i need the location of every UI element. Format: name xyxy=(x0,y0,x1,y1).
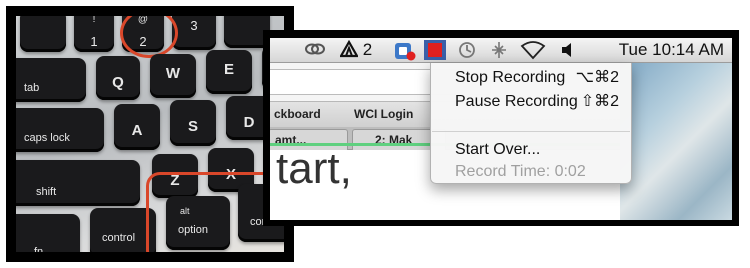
keyboard-photo: ! 1 @ 2 3 tab Q W E caps lock A S D shif… xyxy=(16,16,284,252)
menu-item-start-over-label: Start Over... xyxy=(455,141,541,158)
key-tilde xyxy=(20,16,66,52)
menu-item-record-time-label: Record Time: 0:02 xyxy=(455,163,586,180)
key-1-top-label: ! xyxy=(92,16,96,25)
link-icon[interactable] xyxy=(304,40,326,60)
key-fn-label: fn xyxy=(34,246,44,252)
menu-item-pause-recording[interactable]: Pause Recording ⇧⌘2 xyxy=(431,91,631,113)
key-s-label: S xyxy=(187,118,198,136)
page-heading: tart, xyxy=(276,144,352,193)
key-caps-lock: caps lock xyxy=(16,108,104,152)
menu-item-pause-recording-shortcut: ⇧⌘2 xyxy=(580,93,619,110)
menu-item-stop-recording-shortcut: ⌥⌘2 xyxy=(575,69,619,86)
key-shift-label: shift xyxy=(36,186,57,198)
key-caps-lock-label: caps lock xyxy=(24,132,70,144)
mac-screen: ckboard WCI Login amt... 2: Mak tart, 2 … xyxy=(270,38,732,220)
bluetooth-icon[interactable] xyxy=(488,40,510,60)
key-3: 3 xyxy=(172,16,216,50)
menu-bar: 2 Tue 10:14 AM xyxy=(270,38,732,63)
menubar-clock[interactable]: Tue 10:14 AM xyxy=(619,40,724,60)
bookmark-blackboard[interactable]: ckboard xyxy=(274,107,321,121)
recording-menu: Stop Recording ⌥⌘2 Pause Recording ⇧⌘2 S… xyxy=(430,63,632,184)
key-tab-label: tab xyxy=(24,82,40,94)
key-w: W xyxy=(150,54,196,98)
menu-item-stop-recording-label: Stop Recording xyxy=(455,69,566,86)
key-fn: fn xyxy=(16,214,80,252)
key-3-label: 3 xyxy=(190,18,198,33)
volume-icon[interactable] xyxy=(560,40,578,60)
screenshot-frame: ckboard WCI Login amt... 2: Mak tart, 2 … xyxy=(263,30,739,226)
menu-item-pause-recording-label: Pause Recording xyxy=(455,93,578,110)
key-w-label: W xyxy=(165,64,181,82)
adobe-indicator[interactable]: 2 xyxy=(339,39,382,60)
key-e-label: E xyxy=(223,60,234,78)
time-machine-icon[interactable] xyxy=(456,40,478,60)
key-tab: tab xyxy=(16,58,86,102)
menu-separator xyxy=(432,131,630,132)
key-shift: shift xyxy=(16,160,140,206)
keyboard-photo-frame: ! 1 @ 2 3 tab Q W E caps lock A S D shif… xyxy=(6,6,294,262)
key-1: ! 1 xyxy=(74,16,114,52)
app-status-icon[interactable] xyxy=(394,41,416,61)
record-stop-icon[interactable] xyxy=(424,40,446,60)
bookmark-wci-login[interactable]: WCI Login xyxy=(354,107,413,121)
key-a: A xyxy=(114,104,160,150)
key-a-label: A xyxy=(131,122,143,140)
wifi-icon[interactable] xyxy=(520,40,546,60)
adobe-indicator-label: 2 xyxy=(362,40,373,59)
menu-item-record-time: Record Time: 0:02 xyxy=(431,161,631,183)
menu-item-start-over[interactable]: Start Over... xyxy=(431,139,631,161)
key-s: S xyxy=(170,100,216,146)
key-q-label: Q xyxy=(112,73,124,91)
adobe-icon xyxy=(339,39,359,58)
key-control-label: control xyxy=(102,232,136,244)
key-q: Q xyxy=(96,56,140,100)
menu-item-stop-recording[interactable]: Stop Recording ⌥⌘2 xyxy=(431,67,631,89)
background-photo xyxy=(620,63,732,220)
key-e: E xyxy=(206,50,252,94)
key-1-label: 1 xyxy=(90,34,98,49)
